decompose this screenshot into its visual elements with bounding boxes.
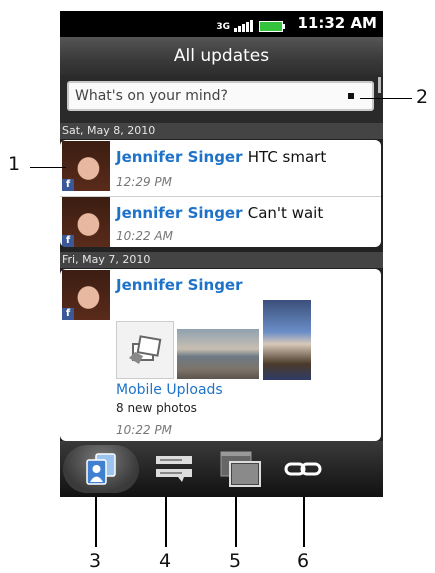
- callout-line: [235, 497, 237, 547]
- composer-area: What's on your mind?: [60, 75, 383, 127]
- date-header: Sat, May 8, 2010: [60, 123, 383, 139]
- photo-thumbnail[interactable]: [177, 329, 259, 379]
- user-name[interactable]: Jennifer Singer: [116, 276, 243, 294]
- photo-thumbnail[interactable]: [263, 300, 311, 380]
- list-item[interactable]: Jennifer Singer Can't wait: [116, 204, 323, 222]
- user-name[interactable]: Jennifer Singer: [116, 204, 243, 222]
- avatar[interactable]: f: [62, 270, 110, 320]
- post-time: 10:22 AM: [116, 229, 173, 243]
- callout-6: 6: [297, 550, 310, 572]
- callout-line: [30, 167, 66, 168]
- status-bar: 3G 11:32 AM: [60, 11, 383, 37]
- status-time: 11:32 AM: [297, 14, 377, 32]
- status-icons: 3G: [216, 16, 285, 32]
- status-input-placeholder: What's on your mind?: [75, 88, 228, 104]
- tab-status-updates[interactable]: [144, 445, 204, 493]
- callout-4: 4: [159, 550, 172, 572]
- tab-all-updates[interactable]: [63, 445, 139, 493]
- post-time: 12:29 PM: [116, 175, 172, 189]
- post-time: 10:22 PM: [116, 423, 172, 437]
- links-icon: [284, 462, 322, 476]
- tab-bar: [60, 441, 383, 497]
- callout-5: 5: [229, 550, 242, 572]
- phone-screen: 3G 11:32 AM All updates What's on your m…: [60, 11, 383, 497]
- album-link[interactable]: Mobile Uploads: [116, 382, 223, 398]
- status-text: HTC smart: [247, 148, 327, 166]
- avatar[interactable]: f: [62, 141, 110, 191]
- callout-line: [303, 497, 305, 547]
- update-card: f Jennifer Singer HTC smart 12:29 PM f J…: [60, 140, 381, 247]
- callout-2: 2: [416, 86, 429, 108]
- callout-1: 1: [8, 153, 21, 175]
- user-name[interactable]: Jennifer Singer: [116, 148, 243, 166]
- callout-line: [165, 497, 167, 547]
- photo-count: 8 new photos: [116, 401, 197, 415]
- signal-icon: [234, 20, 253, 32]
- status-updates-icon: [156, 456, 192, 482]
- list-item[interactable]: Jennifer Singer HTC smart: [116, 148, 326, 166]
- status-text: Can't wait: [247, 204, 324, 222]
- callout-3: 3: [89, 550, 102, 572]
- tab-links[interactable]: [273, 445, 333, 493]
- cursor-icon: [348, 93, 354, 99]
- network-type: 3G: [216, 22, 230, 32]
- avatar[interactable]: f: [62, 197, 110, 247]
- facebook-icon: f: [62, 179, 74, 191]
- page-title: All updates: [60, 37, 383, 75]
- all-updates-icon: [86, 453, 116, 485]
- facebook-icon: f: [62, 308, 74, 320]
- facebook-icon: f: [62, 235, 74, 247]
- status-input[interactable]: What's on your mind?: [67, 81, 374, 111]
- update-card: f Jennifer Singer Mobile Uploads 8 new p…: [60, 269, 381, 441]
- tab-photos[interactable]: [210, 445, 270, 493]
- album-cover-icon[interactable]: [116, 321, 174, 379]
- callout-line: [360, 98, 412, 99]
- battery-icon: [259, 21, 285, 32]
- photos-icon: [220, 451, 261, 487]
- date-header: Fri, May 7, 2010: [60, 252, 383, 268]
- callout-line: [95, 497, 97, 547]
- scrollbar[interactable]: [378, 77, 381, 93]
